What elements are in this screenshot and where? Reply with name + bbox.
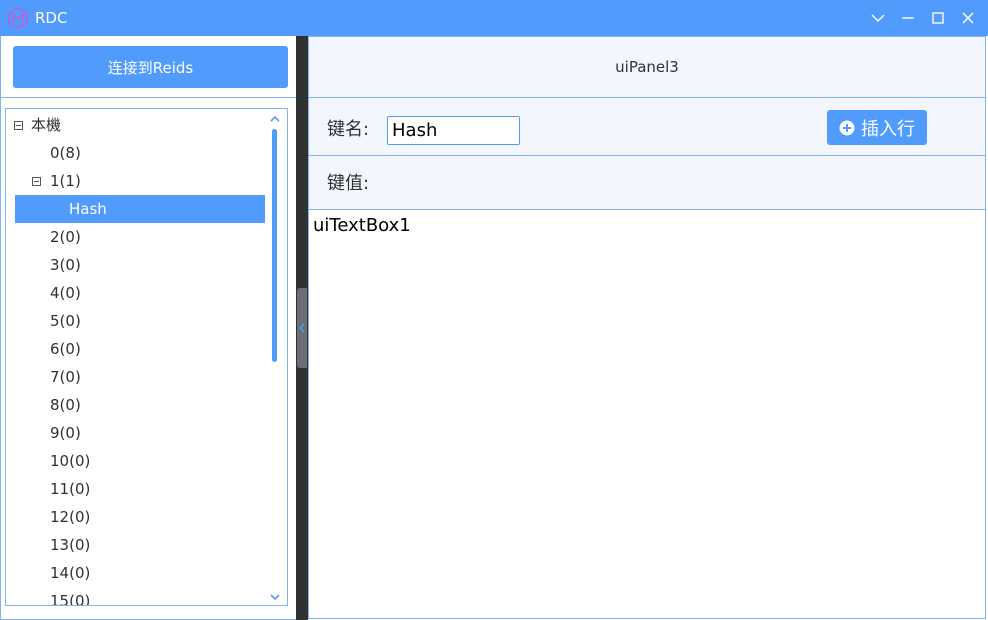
chevron-down-icon [871,14,885,22]
title-bar: RDC [0,0,988,36]
tree-node-db[interactable]: 14(0) [6,559,256,587]
tree-node-db[interactable]: 10(0) [6,447,256,475]
tree-node-db[interactable]: 3(0) [6,251,256,279]
tree-scrollbar[interactable] [269,113,281,603]
tree-node-db[interactable]: 9(0) [6,419,256,447]
tree-node-db[interactable]: 6(0) [6,335,256,363]
database-tree[interactable]: 本機 0(8) 1(1) Hash 2(0) 3(0) 4(0) 5(0) 6(… [5,108,288,606]
connect-redis-button[interactable]: 连接到Reids [13,46,288,88]
tree-node-db[interactable]: 12(0) [6,503,256,531]
key-name-input[interactable]: Hash [387,116,520,145]
tree-node-db[interactable]: 5(0) [6,307,256,335]
value-textbox[interactable]: uiTextBox1 [308,209,986,619]
left-divider [1,97,296,98]
scroll-down-icon[interactable] [269,591,281,603]
tree-node-db[interactable]: 4(0) [6,279,256,307]
insert-row-button[interactable]: 插入行 [827,110,927,145]
tree-node-key-selected[interactable]: Hash [15,195,265,223]
scrollbar-thumb[interactable] [272,129,277,362]
panel-splitter[interactable] [296,36,308,620]
close-button[interactable] [954,4,982,32]
key-value-label: 键值: [327,173,370,194]
value-panel: 键值: [308,156,986,209]
plus-circle-icon [839,120,855,135]
key-name-label: 键名: [327,119,370,140]
minimize-icon [902,17,914,19]
right-pane: uiPanel3 键名: Hash 插入行 键值: uiTextBox1 [308,36,988,620]
tree-node-db[interactable]: 11(0) [6,475,256,503]
minimize-button[interactable] [894,4,922,32]
splitter-collapse-handle[interactable] [297,288,307,368]
tree-node-db[interactable]: 0(8) [6,139,256,167]
hexagon-m-logo-icon [8,7,28,29]
tree-node-db[interactable]: 15(0) [6,587,256,605]
tree-node-root[interactable]: 本機 [14,111,264,139]
tree-node-db[interactable]: 7(0) [6,363,256,391]
maximize-button[interactable] [924,4,952,32]
panel-title: uiPanel3 [308,36,986,98]
chevron-left-icon [299,323,305,333]
maximize-icon [932,12,944,24]
collapse-toggle-icon[interactable] [32,177,41,186]
collapse-toggle-icon[interactable] [14,121,23,130]
insert-row-label: 插入行 [861,118,915,140]
tree-node-db[interactable]: 2(0) [6,223,256,251]
tree-node-db[interactable]: 13(0) [6,531,256,559]
scroll-up-icon[interactable] [269,113,281,125]
window-title: RDC [35,9,68,27]
left-panel: 连接到Reids 本機 0(8) 1(1) Hash 2(0) 3(0) 4(0… [0,36,296,620]
tree-node-db[interactable]: 8(0) [6,391,256,419]
dropdown-button[interactable] [864,4,892,32]
close-icon [962,12,974,24]
tree-node-db[interactable]: 1(1) [6,167,256,195]
